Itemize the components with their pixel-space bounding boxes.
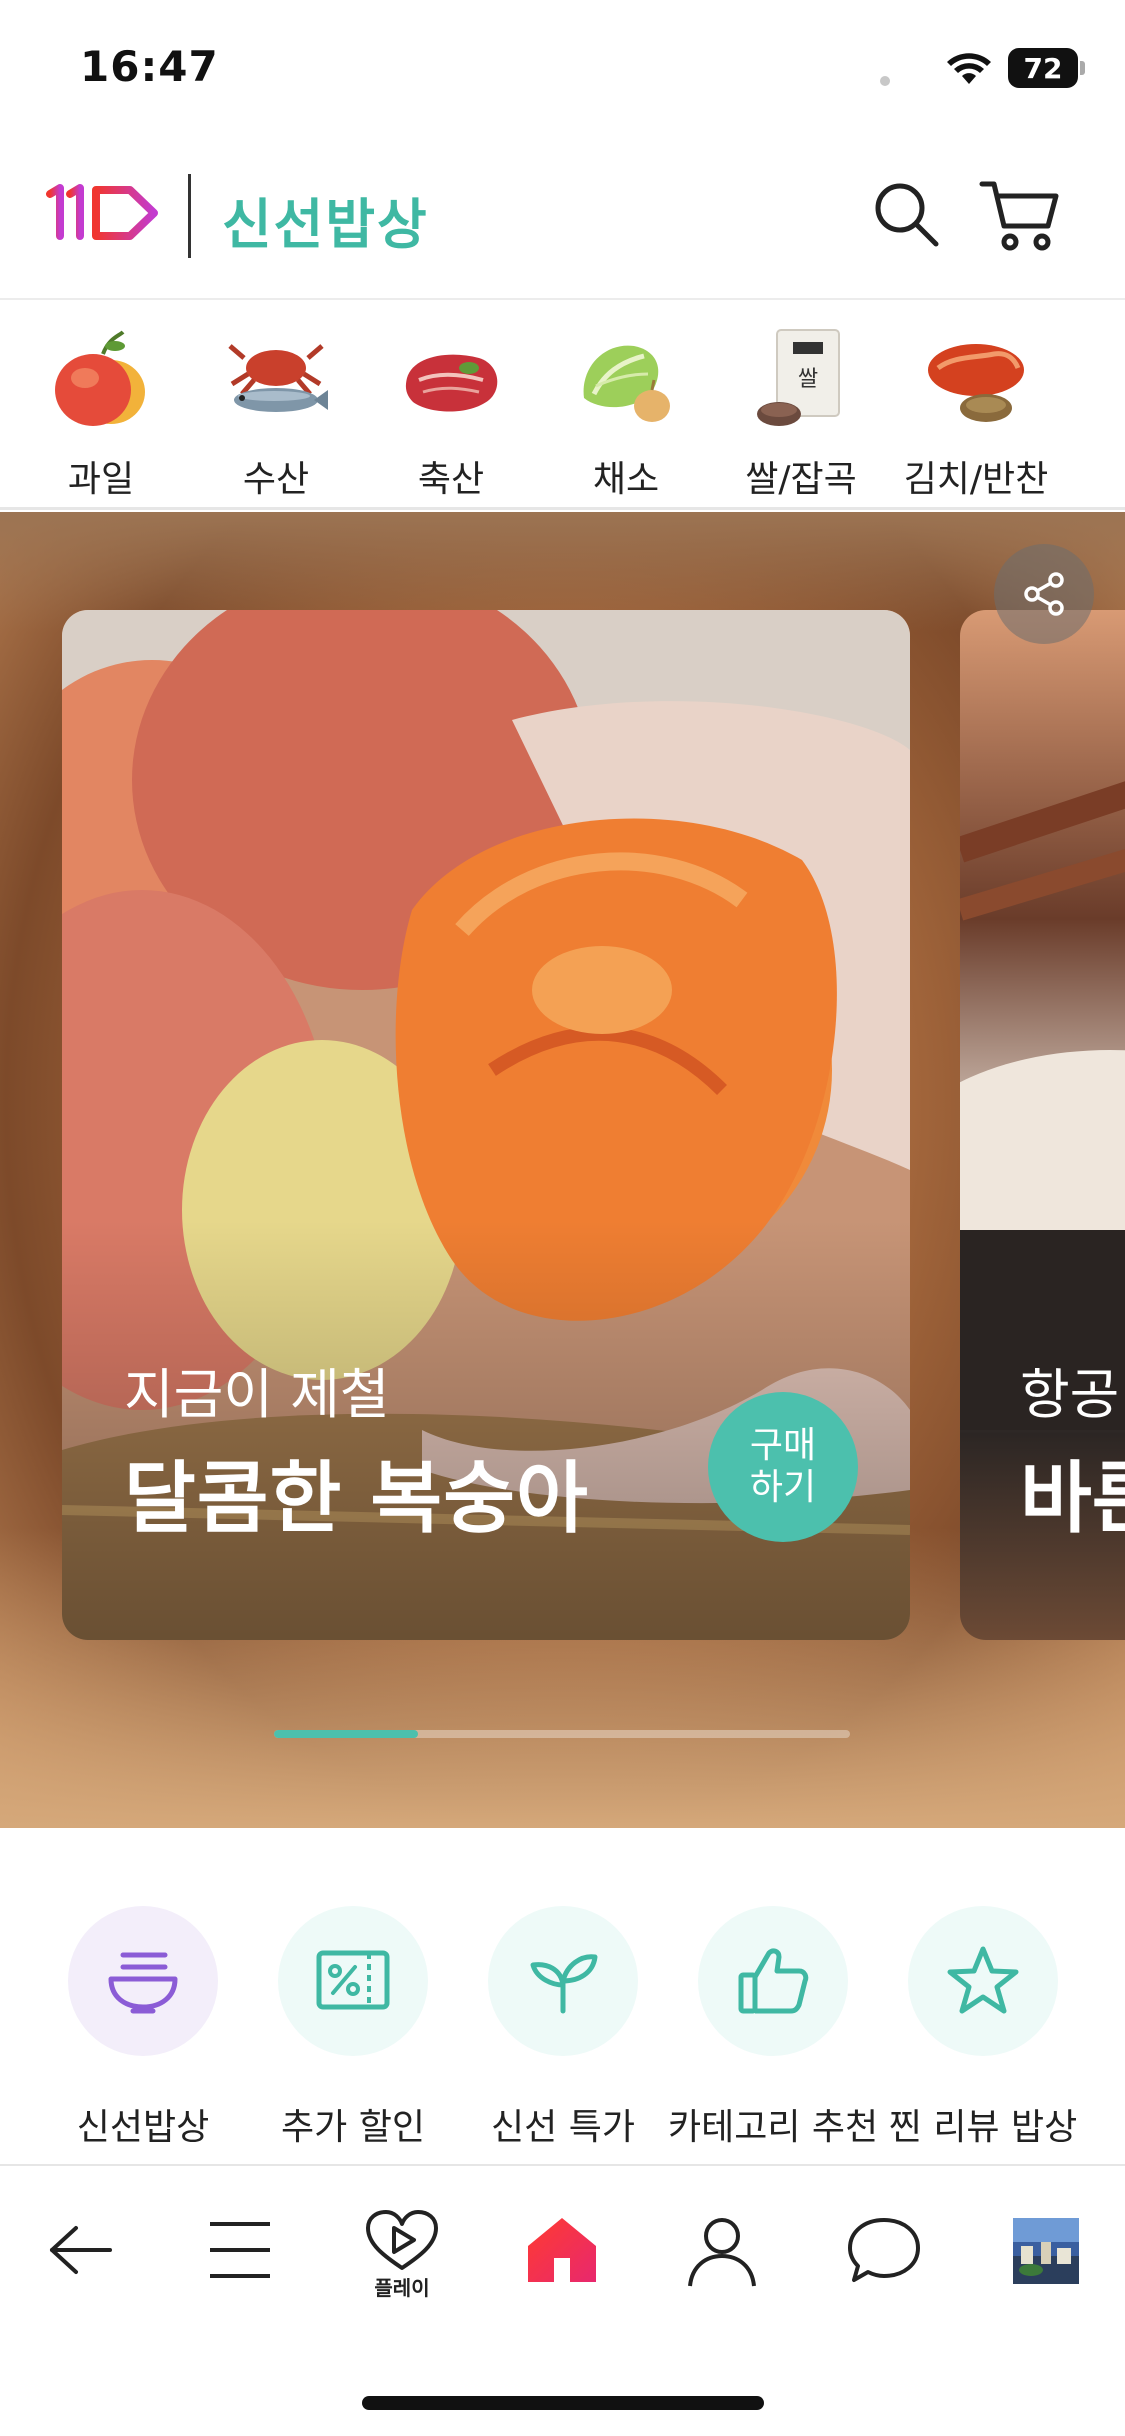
banner-progress-bar <box>274 1730 850 1738</box>
category-more[interactable]: 밀 <box>1076 324 1125 504</box>
nav-play-button[interactable]: 플레이 <box>352 2210 452 2320</box>
nav-home-button[interactable] <box>512 2210 612 2320</box>
category-fruit[interactable]: 과일 <box>26 324 176 504</box>
quick-item-label: 카테고리 추천 <box>668 2107 879 2148</box>
thumbs-up-icon <box>738 1948 809 2014</box>
share-icon <box>1024 572 1064 616</box>
nav-menu-button[interactable] <box>190 2210 290 2320</box>
quick-item-fresh-deal[interactable]: 신선 특가 <box>458 1906 668 2150</box>
quick-item-label: 신선밥상 <box>76 2107 210 2148</box>
hamburger-menu-icon <box>210 2222 270 2278</box>
category-rice-grain[interactable]: 쌀 쌀/잡곡 <box>726 324 876 504</box>
category-label: 수산 <box>242 459 310 500</box>
battery-tip <box>1080 61 1085 75</box>
kimchi-icon <box>928 344 1024 422</box>
status-dot-icon <box>880 76 890 86</box>
quick-circle <box>278 1906 428 2056</box>
quick-item-category-pick[interactable]: 카테고리 추천 <box>668 1906 878 2150</box>
quick-item-label: 찐 리뷰 밥상 <box>888 2107 1078 2148</box>
play-heart-icon <box>366 2210 438 2270</box>
cart-icon <box>979 181 1059 251</box>
nav-chat-button[interactable] <box>834 2210 934 2320</box>
cabbage-icon <box>583 345 670 422</box>
next-banner-subtitle: 항공 <box>1020 1363 1120 1426</box>
share-button[interactable] <box>994 544 1094 644</box>
meat-icon <box>405 354 498 412</box>
package-icon <box>1099 328 1125 432</box>
rice-bag-icon: 쌀 <box>757 329 840 426</box>
category-label: 과일 <box>67 459 135 500</box>
crab-fish-icon <box>228 344 328 412</box>
quick-item-label: 신선 특가 <box>491 2107 635 2148</box>
category-label: 김치/반찬 <box>903 459 1049 500</box>
quick-item-extra-discount[interactable]: 추가 할인 <box>248 1906 458 2150</box>
category-vegetable[interactable]: 채소 <box>551 324 701 504</box>
quick-circle <box>68 1906 218 2056</box>
banner-title: 달콤한 복숭아 <box>124 1454 589 1544</box>
home-indicator <box>362 2396 764 2410</box>
recent-view-thumbnail-icon <box>1013 2218 1079 2284</box>
chat-bubble-icon <box>848 2218 920 2282</box>
home-icon <box>528 2218 596 2282</box>
nav-profile-button[interactable] <box>672 2210 772 2320</box>
11st-logo-icon[interactable] <box>46 180 162 250</box>
quick-circle <box>698 1906 848 2056</box>
buy-button-label: 구매 하기 <box>749 1425 817 1508</box>
quick-circle <box>908 1906 1058 2056</box>
quick-item-label: 추가 할인 <box>281 2107 425 2148</box>
nav-play-label: 플레이 <box>374 2276 430 2300</box>
quick-item-real-review[interactable]: 찐 리뷰 밥상 <box>878 1906 1088 2150</box>
profile-icon <box>688 2218 756 2287</box>
promo-banner: 지금이 제철 달콤한 복숭아 구매 하기 항공 바른 <box>0 512 1125 1828</box>
sprout-icon <box>530 1954 598 2014</box>
battery-indicator: 72 <box>1008 48 1078 88</box>
peach-icon <box>55 330 145 426</box>
app-header: 신선밥상 <box>0 140 1125 300</box>
logo-divider <box>188 174 191 258</box>
next-banner-title: 바른 <box>1020 1454 1125 1544</box>
category-label: 채소 <box>592 459 660 500</box>
banner-progress-fill <box>274 1730 418 1738</box>
category-kimchi[interactable]: 김치/반찬 <box>901 324 1051 504</box>
category-seafood[interactable]: 수산 <box>201 324 351 504</box>
search-button[interactable] <box>868 176 948 256</box>
nav-back-button[interactable] <box>30 2210 130 2320</box>
quick-circle <box>488 1906 638 2056</box>
quick-item-fresh-table[interactable]: 신선밥상 <box>38 1906 248 2150</box>
category-meat[interactable]: 축산 <box>376 324 526 504</box>
banner-subtitle: 지금이 제철 <box>124 1363 390 1426</box>
nav-recent-button[interactable] <box>996 2210 1096 2320</box>
back-arrow-icon <box>50 2226 112 2274</box>
bowl-icon <box>108 1952 178 2014</box>
buy-button[interactable]: 구매 하기 <box>708 1392 858 1542</box>
svg-text:쌀: 쌀 <box>798 367 818 392</box>
category-label: 쌀/잡곡 <box>745 459 857 500</box>
page-title[interactable]: 신선밥상 <box>222 180 429 259</box>
star-icon <box>947 1946 1019 2014</box>
cart-button[interactable] <box>978 176 1062 256</box>
search-icon <box>875 183 939 247</box>
category-label: 축산 <box>417 459 485 500</box>
banner-card-next[interactable]: 항공 바른 <box>960 610 1125 1640</box>
status-time: 16:47 <box>80 42 219 91</box>
quick-menu: 신선밥상 추가 할인 신선 특가 카테고리 추천 찐 리뷰 밥상 <box>0 1830 1125 2160</box>
wifi-icon <box>947 53 991 84</box>
discount-coupon-icon <box>316 1950 390 2010</box>
status-bar: 16:47 72 <box>0 0 1125 140</box>
category-label: 밀 <box>1076 450 1125 502</box>
category-strip: 과일 수산 축산 채소 쌀 쌀/잡곡 김치/반찬 <box>0 302 1125 510</box>
banner-card-peach[interactable]: 지금이 제철 달콤한 복숭아 구매 하기 <box>62 610 910 1640</box>
